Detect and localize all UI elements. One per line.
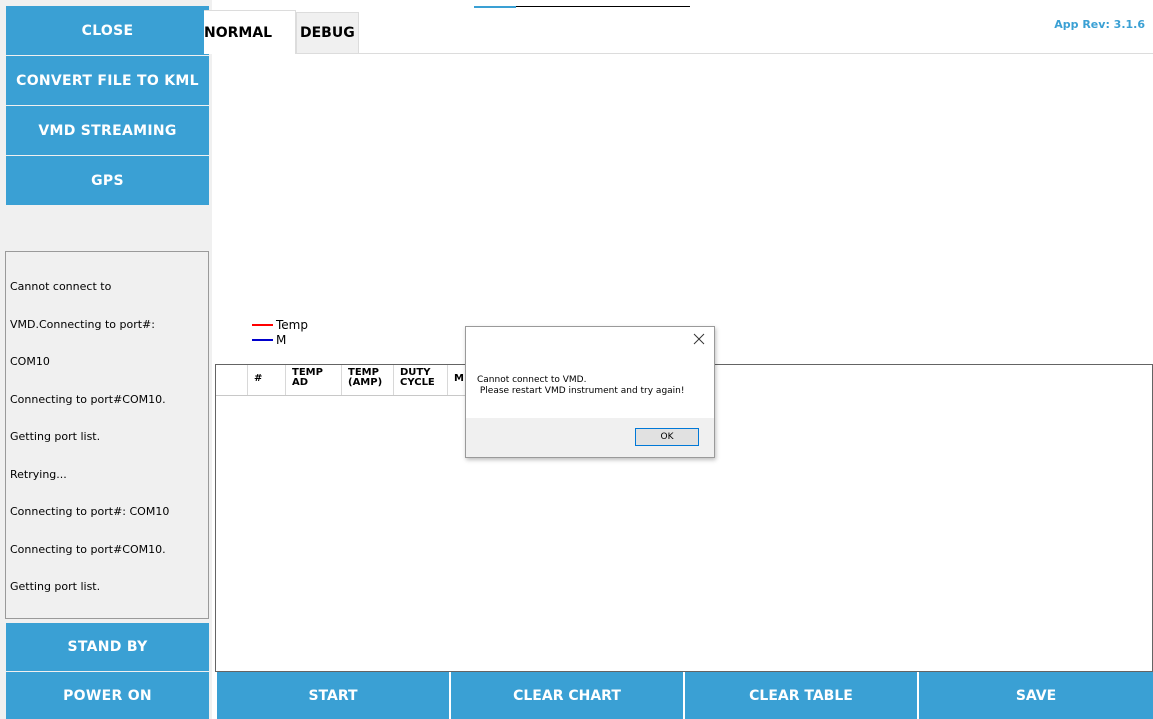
- log-textbox[interactable]: Cannot connect to VMD.Connecting to port…: [5, 251, 209, 619]
- legend-m-label: M: [276, 333, 287, 347]
- log-line: Getting port list.: [10, 430, 101, 443]
- legend-temp-swatch: [252, 324, 273, 326]
- legend-item-m: M: [252, 333, 286, 347]
- tab-divider: [358, 53, 1153, 54]
- dialog-message-line2: Please restart VMD instrument and try ag…: [477, 386, 685, 396]
- dialog-message-line1: Cannot connect to VMD.: [477, 375, 587, 385]
- error-dialog: Cannot connect to VMD. Please restart VM…: [465, 326, 715, 458]
- legend-item-temp: Temp: [252, 318, 308, 332]
- start-button[interactable]: START: [217, 672, 449, 719]
- legend-m-swatch: [252, 339, 273, 341]
- log-line: Connecting to port#COM10.: [10, 542, 166, 556]
- table-header-duty-cycle[interactable]: DUTY CYCLE: [394, 365, 448, 395]
- vmd-streaming-button[interactable]: VMD STREAMING: [6, 106, 209, 155]
- gps-button[interactable]: GPS: [6, 156, 209, 205]
- table-header-index[interactable]: #: [248, 365, 286, 395]
- log-line: Cannot connect to: [10, 280, 112, 293]
- table-header-temp-amp[interactable]: TEMP (AMP): [342, 365, 394, 395]
- table-header-selector[interactable]: [216, 365, 248, 395]
- convert-file-to-kml-button[interactable]: CONVERT FILE TO KML: [6, 56, 209, 105]
- log-line: VMD.Connecting to port#:: [10, 317, 155, 331]
- dialog-message: Cannot connect to VMD. Please restart VM…: [477, 375, 685, 397]
- clear-chart-button[interactable]: CLEAR CHART: [451, 672, 683, 719]
- stand-by-button[interactable]: STAND BY: [6, 623, 209, 671]
- app-revision-label: App Rev: 3.1.6: [1054, 18, 1145, 31]
- log-line: COM10: [10, 355, 50, 368]
- clear-table-button[interactable]: CLEAR TABLE: [685, 672, 917, 719]
- tab-normal[interactable]: NORMAL: [204, 10, 296, 54]
- log-line: Connecting to port#COM10.: [10, 392, 166, 406]
- legend-temp-label: Temp: [276, 318, 308, 332]
- top-progress-fill: [474, 6, 516, 8]
- table-header-temp-ad[interactable]: TEMP AD: [286, 365, 342, 395]
- table-header-row: # TEMP AD TEMP (AMP) DUTY CYCLE M: [216, 365, 478, 396]
- dialog-close-button[interactable]: [692, 332, 706, 346]
- ok-button[interactable]: OK: [635, 428, 699, 446]
- close-button[interactable]: CLOSE: [6, 6, 209, 55]
- close-icon: [693, 333, 705, 345]
- save-button[interactable]: SAVE: [919, 672, 1153, 719]
- log-line: Getting port list.: [10, 580, 101, 593]
- log-line: Retrying...: [10, 467, 67, 481]
- log-line: Connecting to port#: COM10: [10, 505, 170, 518]
- tab-debug[interactable]: DEBUG: [296, 12, 359, 54]
- power-on-button[interactable]: POWER ON: [6, 672, 209, 719]
